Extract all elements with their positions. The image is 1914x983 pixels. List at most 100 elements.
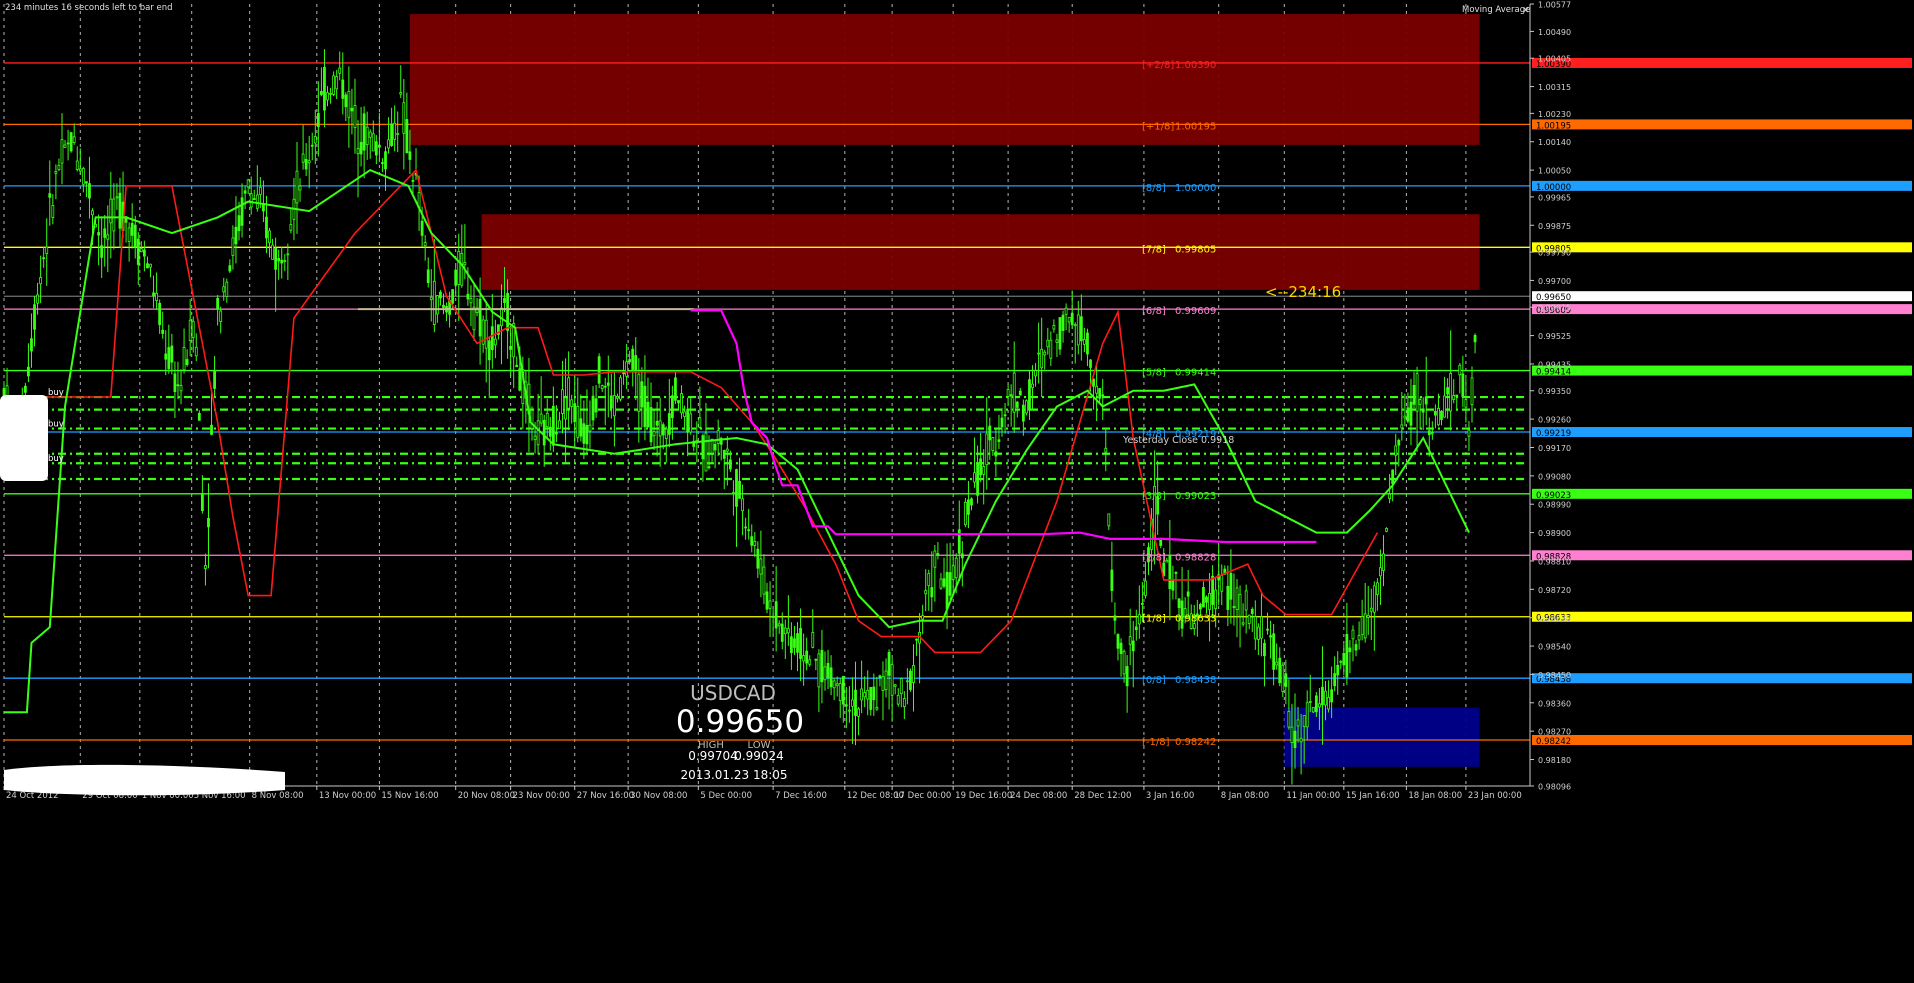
candle-body xyxy=(909,670,912,690)
candle-body xyxy=(1314,695,1318,713)
candle-body xyxy=(1388,493,1392,500)
level-tag: [+2/8] xyxy=(1142,60,1174,71)
candle-body xyxy=(905,680,909,683)
candle-body xyxy=(985,433,989,466)
candle-body xyxy=(805,650,809,664)
candle-body xyxy=(1452,395,1456,400)
bid-price: 0.99650 xyxy=(676,704,804,740)
level-value: 0.98828 xyxy=(1175,552,1216,563)
time-axis-label: 15 Nov 16:00 xyxy=(381,791,438,801)
candle-body xyxy=(188,319,192,341)
candle-body xyxy=(683,411,686,417)
candle-body xyxy=(686,408,690,433)
candle-body xyxy=(271,244,274,260)
candle-body xyxy=(790,636,793,653)
axis-price-marker-label: 1.00195 xyxy=(1536,121,1571,131)
candle-body xyxy=(408,151,412,160)
candle-body xyxy=(1458,364,1462,376)
current-price-marker xyxy=(1532,291,1912,302)
candle-body xyxy=(716,430,720,444)
candle-body xyxy=(680,393,683,414)
candle-body xyxy=(1241,622,1245,625)
axis-price-marker-label: 0.98242 xyxy=(1536,737,1571,747)
candle-body xyxy=(127,227,131,242)
candle-body xyxy=(106,234,110,240)
candle-body xyxy=(582,423,586,444)
candle-body xyxy=(835,683,839,686)
candle-body xyxy=(1293,730,1297,749)
candle-body xyxy=(967,499,970,515)
candle-body xyxy=(884,670,888,691)
demand-zone xyxy=(1284,707,1480,767)
candle-body xyxy=(1107,513,1111,527)
candle-body xyxy=(54,171,58,174)
time-axis-label: 23 Jan 00:00 xyxy=(1468,791,1522,801)
axis-price-marker xyxy=(1532,734,1912,745)
candle-body xyxy=(793,638,796,648)
candle-body xyxy=(616,396,619,399)
level-tag: [+1/8] xyxy=(1142,121,1174,132)
candle-body xyxy=(213,371,216,389)
candle-body xyxy=(1379,567,1382,577)
candle-body xyxy=(924,590,928,595)
candle-body xyxy=(762,566,766,595)
chart-window[interactable]: [+2/8] 1.00390 [+1/8] 1.00195 [8/8] 1.00000 [7… xyxy=(0,0,1914,979)
price-chart[interactable]: [+2/8] 1.00390[+1/8] 1.00195[8/8] 1.00000[7… xyxy=(0,0,1914,979)
candle-body xyxy=(1083,339,1086,345)
candle-body xyxy=(991,437,995,451)
candle-body xyxy=(1116,634,1120,649)
candle-body xyxy=(1461,373,1465,397)
candle-body xyxy=(1394,445,1398,456)
low-value: 0.99024 xyxy=(734,749,784,763)
level-value: 1.00195 xyxy=(1175,121,1216,132)
candle-body xyxy=(359,141,363,155)
candle-body xyxy=(600,385,604,389)
candle-body xyxy=(1073,324,1077,327)
time-axis-label: 11 Jan 00:00 xyxy=(1286,791,1340,801)
candle-body xyxy=(606,382,610,386)
candle-body xyxy=(200,493,204,511)
candle-body xyxy=(921,615,925,620)
candle-body xyxy=(1321,686,1324,706)
candle-body xyxy=(896,694,900,705)
candle-body xyxy=(1336,664,1340,676)
candle-body xyxy=(429,296,433,300)
candle-body xyxy=(1369,607,1373,612)
close-indicator-button[interactable]: ✕ xyxy=(1522,6,1530,16)
candle-body xyxy=(960,553,964,559)
candle-body xyxy=(161,329,165,334)
candle-body xyxy=(75,160,79,171)
candle-body xyxy=(97,232,101,236)
price-axis-label: 0.98270 xyxy=(1538,728,1571,737)
candle-body xyxy=(979,458,983,476)
candle-body xyxy=(133,224,137,248)
candle-body xyxy=(838,682,842,702)
candle-body xyxy=(329,92,332,95)
candle-body xyxy=(750,536,754,546)
axis-price-marker xyxy=(1532,427,1912,438)
candle-body xyxy=(515,364,519,368)
supply-zone xyxy=(481,214,1480,290)
candle-body xyxy=(484,319,488,349)
candle-body xyxy=(954,557,958,579)
candle-body xyxy=(677,400,680,404)
candle-body xyxy=(567,377,571,409)
candle-body xyxy=(91,210,94,216)
candle-body xyxy=(1144,580,1147,596)
candle-body xyxy=(887,651,891,676)
candle-body xyxy=(539,413,543,424)
candle-body xyxy=(1266,628,1269,631)
candle-body xyxy=(1269,635,1272,638)
candle-body xyxy=(176,384,180,387)
candle-body xyxy=(469,298,473,304)
candle-body xyxy=(268,230,271,244)
price-axis-label: 0.98900 xyxy=(1538,529,1571,538)
candle-body xyxy=(1351,629,1355,640)
axis-price-marker xyxy=(1532,304,1912,315)
candle-body xyxy=(573,403,577,423)
candle-body xyxy=(518,368,522,391)
candle-body xyxy=(674,377,677,401)
candle-body xyxy=(66,142,70,145)
server-datetime: 2013.01.23 18:05 xyxy=(680,768,787,782)
candle-body xyxy=(33,304,36,330)
